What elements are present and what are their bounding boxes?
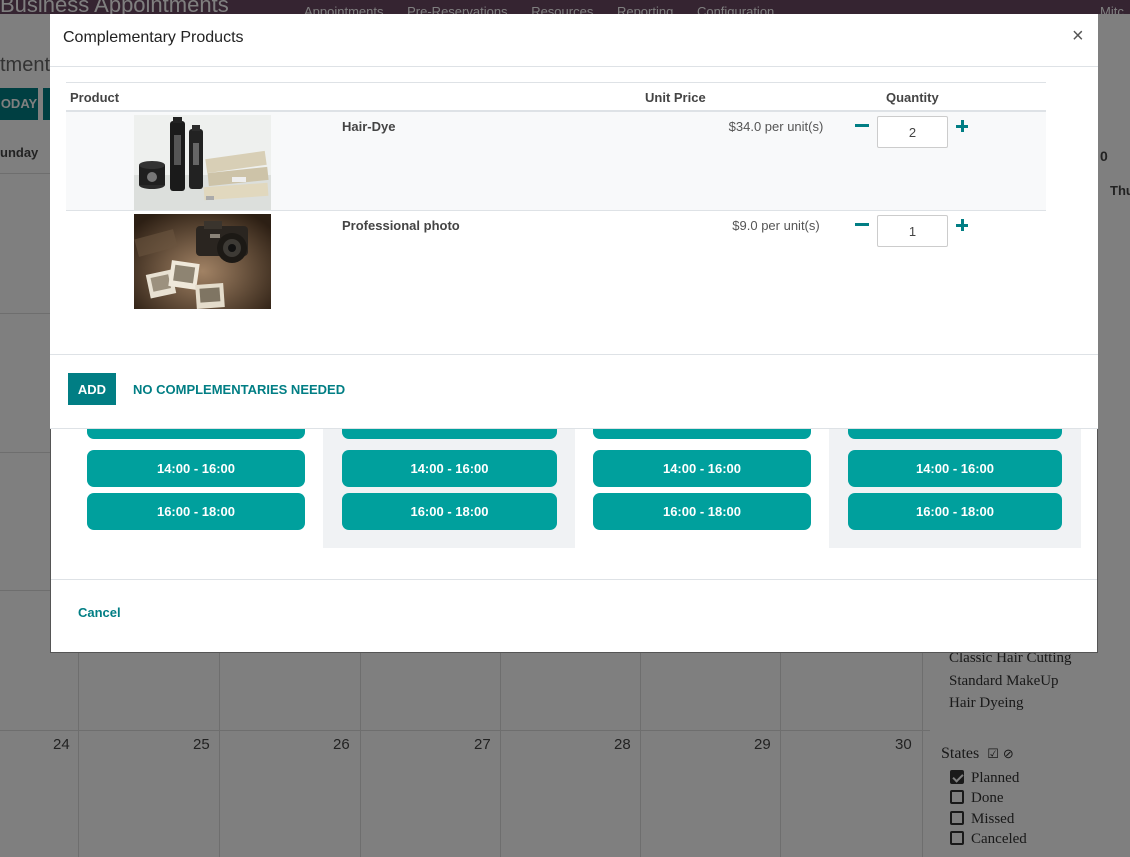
products-table: Product Unit Price Quantity Hair-Dye $34…	[66, 82, 1046, 310]
cancel-button[interactable]: Cancel	[78, 605, 121, 620]
product-name: Hair-Dye	[342, 119, 396, 134]
minus-icon	[855, 223, 869, 226]
table-row: Professional photo $9.0 per unit(s)	[66, 211, 1046, 310]
no-complementaries-button[interactable]: NO COMPLEMENTARIES NEEDED	[133, 382, 345, 397]
table-header: Product Unit Price Quantity	[66, 82, 1046, 112]
dialog-footer-divider	[51, 579, 1097, 580]
column-header-quantity: Quantity	[886, 90, 939, 105]
slot-column: 11:00 - 13:00 14:00 - 16:00 16:00 - 18:0…	[69, 402, 323, 548]
add-button[interactable]: ADD	[68, 373, 116, 405]
time-slot-button[interactable]: 16:00 - 18:00	[593, 493, 811, 530]
dialog-title: Complementary Products	[63, 29, 244, 46]
column-header-product: Product	[70, 90, 120, 105]
time-slot-button[interactable]: 16:00 - 18:00	[87, 493, 305, 530]
dialog-header-divider	[50, 66, 1098, 67]
quantity-input[interactable]	[877, 116, 948, 148]
dialog-footer-divider	[50, 354, 1098, 355]
hair-dye-product-image	[134, 115, 271, 210]
slot-column: 11:00 - 13:00 14:00 - 16:00 16:00 - 18:0…	[575, 402, 829, 548]
decrease-quantity-button[interactable]	[850, 215, 874, 235]
product-name: Professional photo	[342, 218, 460, 233]
camera-photos-image	[134, 214, 271, 309]
decrease-quantity-button[interactable]	[850, 116, 874, 136]
slot-column: 11:00 - 13:00 14:00 - 16:00 16:00 - 18:0…	[323, 402, 575, 548]
time-slot-button[interactable]: 16:00 - 18:00	[848, 493, 1062, 530]
minus-icon	[855, 124, 869, 127]
slot-column: 11:00 - 13:00 14:00 - 16:00 16:00 - 18:0…	[829, 402, 1081, 548]
time-slots-grid: 11:00 - 13:00 14:00 - 16:00 16:00 - 18:0…	[69, 402, 1081, 548]
complementary-products-dialog: Complementary Products × Product Unit Pr…	[50, 14, 1098, 429]
close-icon[interactable]: ×	[1072, 25, 1084, 47]
time-slot-button[interactable]: 14:00 - 16:00	[342, 450, 557, 487]
column-header-unit-price: Unit Price	[645, 90, 706, 105]
plus-icon[interactable]	[956, 119, 970, 133]
time-slot-button[interactable]: 14:00 - 16:00	[87, 450, 305, 487]
time-slot-button[interactable]: 16:00 - 18:00	[342, 493, 557, 530]
time-slot-button[interactable]: 14:00 - 16:00	[593, 450, 811, 487]
plus-icon[interactable]	[956, 218, 970, 232]
quantity-input[interactable]	[877, 215, 948, 247]
table-row: Hair-Dye $34.0 per unit(s)	[66, 112, 1046, 211]
time-slot-button[interactable]: 14:00 - 16:00	[848, 450, 1062, 487]
